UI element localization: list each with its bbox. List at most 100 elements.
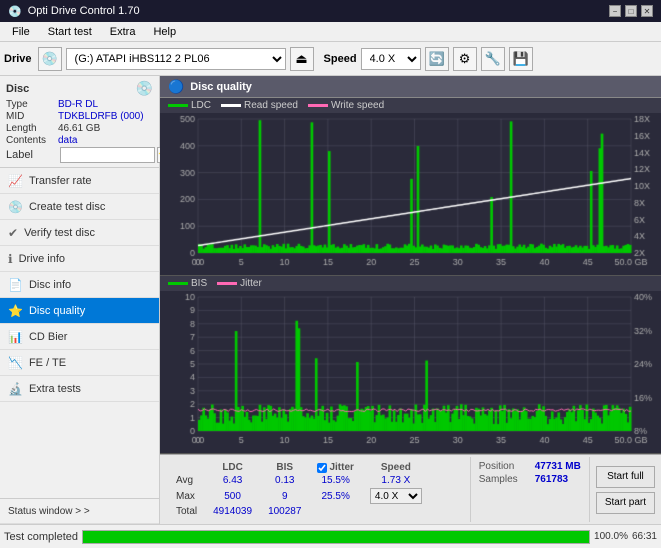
sidebar-item-extra-tests-label: Extra tests	[29, 383, 81, 395]
disc-type-value: BD-R DL	[58, 99, 98, 110]
read-speed-legend-label: Read speed	[244, 100, 298, 111]
create-test-disc-icon: 💿	[8, 200, 23, 214]
menu-file[interactable]: File	[4, 25, 38, 39]
status-window-btn[interactable]: Status window > >	[0, 498, 159, 524]
max-bis: 9	[260, 487, 309, 505]
write-speed-color-swatch	[308, 104, 328, 107]
menu-bar: File Start test Extra Help	[0, 22, 661, 42]
fe-te-icon: 📉	[8, 356, 23, 370]
disc-quality-header: 🔵 Disc quality	[160, 76, 661, 98]
sidebar: Disc 💿 Type BD-R DL MID TDKBLDRFB (000) …	[0, 76, 160, 524]
maximize-button[interactable]: □	[625, 5, 637, 17]
speed-select[interactable]: 4.0 X 1.0 X 2.0 X 8.0 X	[361, 48, 421, 70]
extra-tests-icon: 🔬	[8, 382, 23, 396]
sidebar-item-transfer-rate-label: Transfer rate	[29, 175, 92, 187]
bis-canvas	[160, 291, 661, 451]
sidebar-item-verify-test-disc[interactable]: ✔ Verify test disc	[0, 220, 159, 246]
status-bar: Test completed 100.0% 66:31	[0, 524, 661, 548]
stats-table-area: LDC BIS Jitter Speed	[160, 457, 470, 522]
sidebar-item-verify-test-disc-label: Verify test disc	[24, 227, 95, 239]
status-window-label: Status window > >	[8, 506, 90, 517]
sidebar-item-fe-te-label: FE / TE	[29, 357, 66, 369]
max-speed-dropdown[interactable]: 4.0 X	[370, 488, 422, 504]
col-header-speed: Speed	[362, 461, 430, 474]
col-header-bis: BIS	[260, 461, 309, 474]
verify-test-disc-icon: ✔	[8, 226, 18, 240]
disc-mid-value: TDKBLDRFB (000)	[58, 111, 144, 122]
app-title: Opti Drive Control 1.70	[28, 5, 140, 17]
settings-button[interactable]: ⚙	[453, 47, 477, 71]
total-ldc: 4914039	[205, 505, 260, 518]
transfer-rate-icon: 📈	[8, 174, 23, 188]
sidebar-item-drive-info[interactable]: ℹ Drive info	[0, 246, 159, 272]
progress-bar-container	[82, 530, 590, 544]
title-bar: 💿 Opti Drive Control 1.70 − □ ✕	[0, 0, 661, 22]
disc-contents-row: Contents data	[6, 135, 153, 146]
table-row-avg: Avg 6.43 0.13 15.5% 1.73 X	[168, 474, 430, 487]
menu-help[interactable]: Help	[145, 25, 184, 39]
disc-panel-header: Disc 💿	[6, 80, 153, 97]
toolbar: Drive 💿 (G:) ATAPI iHBS112 2 PL06 ⏏ Spee…	[0, 42, 661, 76]
write-speed-legend-item: Write speed	[308, 100, 384, 111]
disc-panel: Disc 💿 Type BD-R DL MID TDKBLDRFB (000) …	[0, 76, 159, 168]
sidebar-item-disc-quality[interactable]: ⭐ Disc quality	[0, 298, 159, 324]
max-ldc: 500	[205, 487, 260, 505]
samples-value: 761783	[535, 474, 568, 485]
disc-contents-value: data	[58, 135, 77, 146]
sidebar-item-transfer-rate[interactable]: 📈 Transfer rate	[0, 168, 159, 194]
sidebar-item-cd-bier[interactable]: 📊 CD Bier	[0, 324, 159, 350]
sidebar-item-fe-te[interactable]: 📉 FE / TE	[0, 350, 159, 376]
drive-select[interactable]: (G:) ATAPI iHBS112 2 PL06	[66, 48, 286, 70]
dq-title: Disc quality	[190, 81, 252, 93]
col-header-ldc: LDC	[205, 461, 260, 474]
avg-label: Avg	[168, 474, 205, 487]
sidebar-item-extra-tests[interactable]: 🔬 Extra tests	[0, 376, 159, 402]
speed-label: Speed	[324, 53, 357, 65]
status-time: 66:31	[632, 531, 657, 542]
samples-row: Samples 761783	[479, 474, 581, 485]
title-bar-controls: − □ ✕	[609, 5, 653, 17]
ldc-legend: LDC Read speed Write speed	[160, 98, 661, 113]
table-row-total: Total 4914039 100287	[168, 505, 430, 518]
sidebar-item-drive-info-label: Drive info	[19, 253, 65, 265]
refresh-button[interactable]: 🔄	[425, 47, 449, 71]
save-button[interactable]: 💾	[509, 47, 533, 71]
start-part-button[interactable]: Start part	[596, 492, 655, 514]
sidebar-item-disc-info-label: Disc info	[29, 279, 71, 291]
ldc-canvas	[160, 113, 661, 273]
dq-icon: 🔵	[168, 79, 184, 95]
bis-legend-label: BIS	[191, 278, 207, 289]
read-speed-color-swatch	[221, 104, 241, 107]
ldc-chart-wrapper: LDC Read speed Write speed	[160, 98, 661, 276]
menu-start-test[interactable]: Start test	[40, 25, 100, 39]
disc-length-label: Length	[6, 123, 58, 134]
action-buttons: Start full Start part	[589, 457, 661, 522]
disc-mid-row: MID TDKBLDRFB (000)	[6, 111, 153, 122]
app-icon: 💿	[8, 5, 22, 18]
drive-icon-btn[interactable]: 💿	[38, 47, 62, 71]
tool-button[interactable]: 🔧	[481, 47, 505, 71]
bis-color-swatch	[168, 282, 188, 285]
disc-section-label: Disc	[6, 83, 29, 95]
total-speed	[362, 505, 430, 518]
charts-container: LDC Read speed Write speed	[160, 98, 661, 454]
jitter-checkbox[interactable]	[317, 463, 327, 473]
close-button[interactable]: ✕	[641, 5, 653, 17]
disc-length-value: 46.61 GB	[58, 123, 100, 134]
table-row-max: Max 500 9 25.5% 4.0 X	[168, 487, 430, 505]
max-speed-select[interactable]: 4.0 X	[362, 487, 430, 505]
read-speed-legend-item: Read speed	[221, 100, 298, 111]
minimize-button[interactable]: −	[609, 5, 621, 17]
eject-button[interactable]: ⏏	[290, 47, 314, 71]
start-full-button[interactable]: Start full	[596, 466, 655, 488]
jitter-color-swatch	[217, 282, 237, 285]
disc-label-input[interactable]	[60, 147, 155, 163]
sidebar-item-create-test-disc[interactable]: 💿 Create test disc	[0, 194, 159, 220]
bis-legend: BIS Jitter	[160, 276, 661, 291]
col-header-empty	[168, 461, 205, 474]
bis-legend-item: BIS	[168, 278, 207, 289]
jitter-check-label: Jitter	[329, 462, 353, 473]
menu-extra[interactable]: Extra	[102, 25, 144, 39]
sidebar-item-disc-info[interactable]: 📄 Disc info	[0, 272, 159, 298]
drive-info-icon: ℹ	[8, 252, 13, 266]
